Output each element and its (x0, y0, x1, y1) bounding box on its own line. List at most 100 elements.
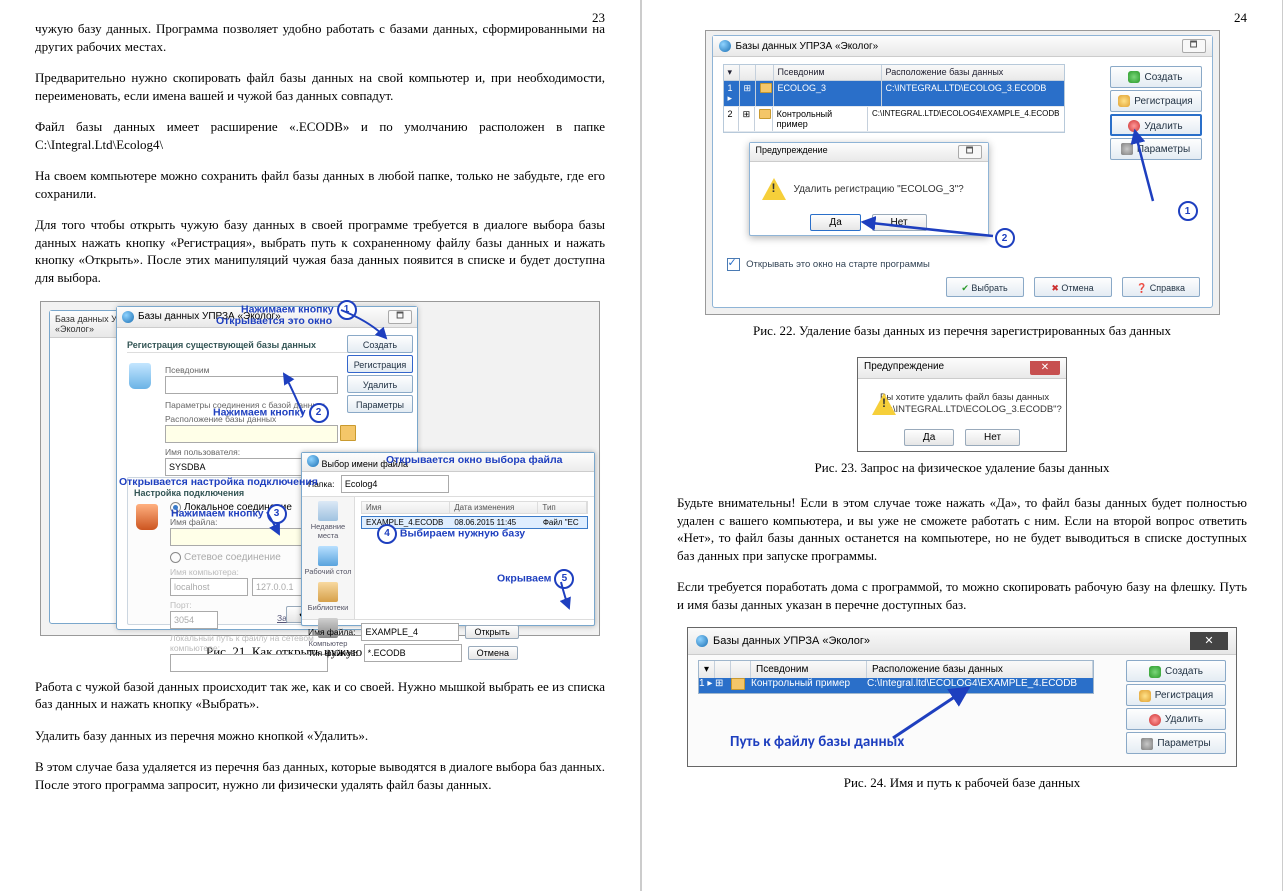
warning-message: Удалить регистрацию "ECOLOG_3"? (794, 184, 964, 195)
warning-dialog: Предупреждение 🗖 Удалить регистрацию "EC… (749, 142, 989, 236)
annotation: Окрываем 5 (497, 569, 574, 589)
register-button[interactable]: Регистрация (347, 355, 413, 373)
delete-button[interactable]: Удалить (347, 375, 413, 393)
paragraph: Файл базы данных имеет расширение «.ECOD… (35, 118, 605, 153)
places-bar: Недавние места Рабочий стол Библиотеки К… (302, 497, 355, 619)
no-button[interactable]: Нет (872, 214, 927, 231)
paragraph: Будьте внимательны! Если в этом случае т… (677, 494, 1247, 564)
file-list-header: Имя Дата изменения Тип (361, 501, 588, 514)
figure-caption: Рис. 22. Удаление базы данных из перечня… (677, 323, 1247, 339)
paragraph: Работа с чужой базой данных происходит т… (35, 678, 605, 713)
annotation: Открывается настройка подключения (119, 476, 318, 488)
close-icon[interactable]: ✕ (1190, 632, 1228, 650)
table-row-selected[interactable]: 1 ▸ ⊞ ECOLOG_3 C:\INTEGRAL.LTD\ECOLOG_3.… (724, 81, 1064, 107)
figure-21: База данных УПРЗА «Эколог» Базы данных У… (40, 301, 600, 636)
register-button[interactable]: Регистрация (1126, 684, 1226, 706)
dialog-footer: ✔ Выбрать ✖ Отмена ❓ Справка (946, 275, 1200, 299)
warning-icon (762, 178, 786, 200)
page-24: 24 Базы данных УПРЗА «Эколог» 🗖 ▾ Псевдо… (642, 0, 1282, 891)
delete-button[interactable]: Удалить (1126, 708, 1226, 730)
select-button[interactable]: ✔ Выбрать (946, 277, 1024, 297)
checkbox-label: Открывать это окно на старте программы (746, 259, 930, 270)
help-button[interactable]: ❓ Справка (1122, 277, 1200, 297)
db-location-input[interactable] (165, 425, 338, 443)
create-button[interactable]: Создать (1110, 66, 1202, 88)
yes-button[interactable]: Да (904, 429, 954, 446)
annotation-circle: 1 (1178, 201, 1198, 221)
figure-22: Базы данных УПРЗА «Эколог» 🗖 ▾ Псевдоним… (705, 30, 1220, 315)
warning-title: Предупреждение (756, 145, 828, 159)
table-row[interactable]: 2 ⊞ Контрольный пример C:\INTEGRAL.LTD\E… (724, 107, 1064, 132)
delete-button[interactable]: Удалить (1110, 114, 1202, 136)
col-path: Расположение базы данных (882, 65, 1064, 80)
window-control-icon[interactable]: 🗖 (388, 310, 412, 324)
annotation: 4 Выбираем нужную базу (377, 524, 525, 544)
annotation: Открывается это окно (216, 315, 332, 327)
globe-icon (122, 311, 134, 323)
startup-checkbox[interactable] (727, 258, 740, 271)
col-alias: Псевдоним (774, 65, 882, 80)
filetype-input[interactable] (364, 644, 462, 662)
globe-icon (696, 635, 708, 647)
page-number: 23 (592, 10, 605, 26)
plus-icon (1128, 71, 1140, 83)
register-icon (1139, 690, 1151, 702)
side-buttons: Создать Регистрация Удалить Параметры (347, 333, 415, 415)
yes-button[interactable]: Да (810, 214, 860, 231)
close-icon[interactable]: 🗖 (958, 145, 982, 159)
firebird-icon (136, 504, 158, 530)
alias-input[interactable] (165, 376, 338, 394)
page-number: 24 (1234, 10, 1247, 26)
host-input[interactable] (170, 578, 248, 596)
figure-caption: Рис. 23. Запрос на физическое удаление б… (677, 460, 1247, 476)
side-buttons: Создать Регистрация Удалить Параметры (1126, 658, 1226, 756)
delete-icon (1128, 120, 1140, 132)
db-table: ▾ Псевдоним Расположение базы данных 1 ▸… (723, 64, 1065, 133)
register-button[interactable]: Регистрация (1110, 90, 1202, 112)
db-table: ▾ Псевдоним Расположение базы данных 1 ▸… (698, 660, 1094, 694)
paragraph: чужую базу данных. Программа позволяет у… (35, 20, 605, 55)
port-input[interactable] (170, 611, 218, 629)
annotation: Открывается окно выбора файла (386, 454, 563, 466)
place-desktop[interactable]: Рабочий стол (302, 546, 354, 576)
open-button[interactable]: Открыть (465, 625, 518, 639)
globe-icon (307, 455, 319, 467)
folder-input[interactable] (341, 475, 449, 493)
figure-caption: Рис. 24. Имя и путь к рабочей базе данны… (677, 775, 1247, 791)
delete-icon (1149, 714, 1161, 726)
network-radio-label: Сетевое соединение (184, 552, 281, 563)
params-button[interactable]: Параметры (1110, 138, 1202, 160)
window-control-icon[interactable]: 🗖 (1182, 39, 1206, 53)
close-icon[interactable]: ✕ (1030, 361, 1060, 375)
place-libraries[interactable]: Библиотеки (302, 582, 354, 612)
create-button[interactable]: Создать (1126, 660, 1226, 682)
create-button[interactable]: Создать (347, 335, 413, 353)
figure-24: Базы данных УПРЗА «Эколог» ✕ ▾ Псевдоним… (687, 627, 1237, 767)
figure-23: Предупреждение ✕ Вы хотите удалить файл … (857, 357, 1067, 452)
annotation-circle: 2 (995, 228, 1015, 248)
filename-input[interactable] (361, 623, 459, 641)
paragraph: Если требуется поработать дома с програм… (677, 578, 1247, 613)
register-icon (1118, 95, 1130, 107)
dialog-titlebar: Базы данных УПРЗА «Эколог» 🗖 (713, 36, 1212, 57)
gear-icon (1121, 143, 1133, 155)
no-button[interactable]: Нет (965, 429, 1020, 446)
browse-icon[interactable] (340, 425, 356, 441)
annotation: Путь к файлу базы данных (730, 733, 904, 751)
side-buttons: Создать Регистрация Удалить Параметры (1110, 64, 1202, 162)
annotation: Нажимаем кнопку 2 (213, 403, 329, 423)
table-row-selected[interactable]: 1 ▸ ⊞ Контрольный пример C:\Integral.ltd… (699, 678, 1093, 693)
network-radio[interactable] (170, 552, 181, 563)
paragraph: Удалить базу данных из перечня можно кно… (35, 727, 605, 745)
paragraph: Предварительно нужно скопировать файл ба… (35, 69, 605, 104)
annotation: Нажимаем кнопку 3 (171, 504, 287, 524)
params-button[interactable]: Параметры (347, 395, 413, 413)
place-recent[interactable]: Недавние места (302, 501, 354, 540)
dialog-titlebar: Базы данных УПРЗА «Эколог» ✕ (688, 628, 1236, 655)
filename-label: Имя файла: (308, 627, 355, 637)
cancel-button[interactable]: Отмена (468, 646, 518, 660)
startup-checkbox-row: Открывать это окно на старте программы (727, 258, 930, 271)
cancel-button[interactable]: ✖ Отмена (1034, 277, 1112, 297)
params-button[interactable]: Параметры (1126, 732, 1226, 754)
col-alias: Псевдоним (751, 661, 867, 678)
